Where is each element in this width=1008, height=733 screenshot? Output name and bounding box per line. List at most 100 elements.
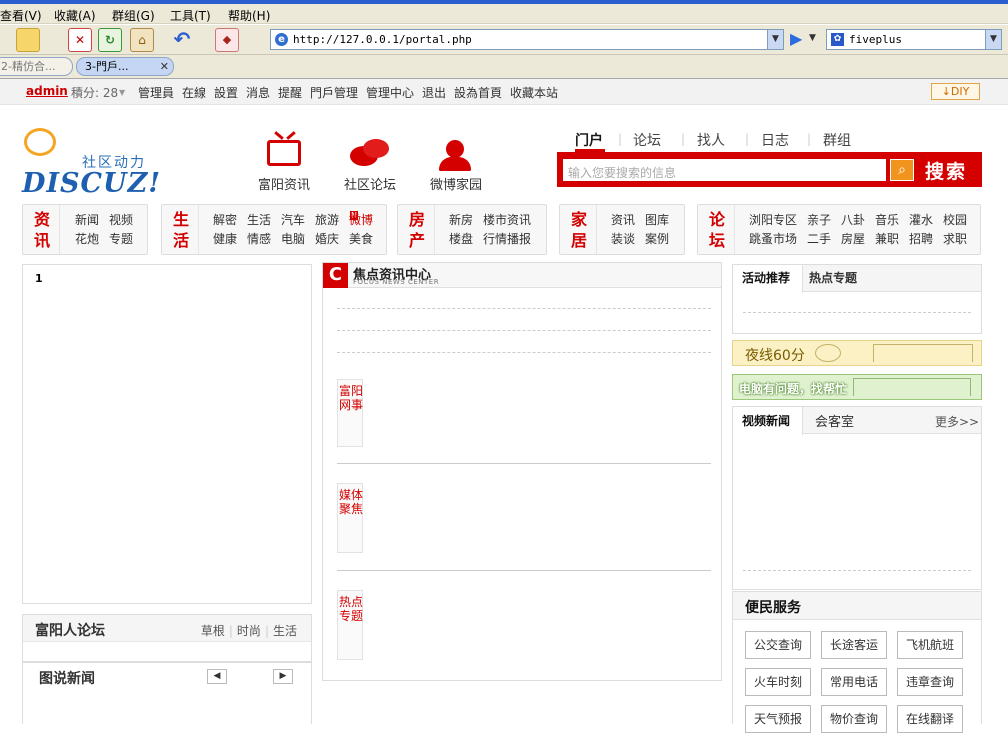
service-prices[interactable]: 物价查询	[821, 705, 887, 733]
service-translate[interactable]: 在线翻译	[897, 705, 963, 733]
category-link[interactable]: 解密	[213, 211, 237, 230]
category-link[interactable]: 求职	[943, 230, 967, 249]
category-link[interactable]: 房屋	[841, 230, 865, 249]
service-bus[interactable]: 公交查询	[745, 631, 811, 659]
nav-portal-manage[interactable]: 門戶管理	[310, 84, 358, 101]
service-coach[interactable]: 长途客运	[821, 631, 887, 659]
slide-number[interactable]: 1	[35, 272, 43, 285]
category-link[interactable]: 浏阳专区	[749, 211, 797, 230]
nav-settings[interactable]: 設置	[214, 84, 238, 101]
category-link[interactable]: 行情播报	[483, 230, 531, 249]
search-tab-forum[interactable]: 论坛	[633, 130, 661, 150]
menu-favorites[interactable]: 收藏(A)	[54, 7, 96, 24]
category-link[interactable]: 图库	[645, 211, 669, 230]
search-tab-portal[interactable]: 门户	[575, 130, 603, 150]
category-link[interactable]: 八卦	[841, 211, 865, 230]
nav-online[interactable]: 在線	[182, 84, 206, 101]
category-link[interactable]: 新闻	[75, 211, 99, 230]
address-bar[interactable]: e http://127.0.0.1/portal.php ▼	[270, 29, 784, 50]
category-link[interactable]: 装谈	[611, 230, 635, 249]
chevron-right-icon[interactable]: ▶	[273, 669, 293, 684]
category-link[interactable]: 电脑	[281, 230, 305, 249]
chevron-down-icon[interactable]: ▼	[985, 30, 1001, 49]
menu-groups[interactable]: 群组(G)	[112, 7, 155, 24]
section-hot-topics[interactable]: 热点专题	[337, 590, 363, 660]
category-link-hot[interactable]: 微博 N	[349, 211, 373, 230]
chevron-down-icon[interactable]: ▼	[767, 30, 783, 49]
category-link[interactable]: 生活	[247, 211, 271, 230]
category-link[interactable]: 跳蚤市场	[749, 230, 797, 249]
banner-pc-help[interactable]: 电脑有问题，找帮忙	[732, 374, 982, 400]
category-link[interactable]: 视频	[109, 211, 133, 230]
category-link[interactable]: 校园	[943, 211, 967, 230]
tab-reception-room[interactable]: 会客室	[815, 411, 854, 430]
category-link[interactable]: 新房	[449, 211, 473, 230]
service-traffic[interactable]: 违章查询	[897, 668, 963, 696]
service-flights[interactable]: 飞机航班	[897, 631, 963, 659]
forward-icon[interactable]	[16, 28, 40, 52]
category-link[interactable]: 楼盘	[449, 230, 473, 249]
nav-admin-center[interactable]: 管理中心	[366, 84, 414, 101]
category-link[interactable]: 健康	[213, 230, 237, 249]
search-tab-group[interactable]: 群组	[823, 130, 851, 150]
username-link[interactable]: admin	[26, 84, 68, 98]
search-button[interactable]: 搜索	[925, 157, 967, 184]
category-link[interactable]: 兼职	[875, 230, 899, 249]
tab-activities[interactable]: 活动推荐	[742, 269, 790, 286]
nav-messages[interactable]: 消息	[246, 84, 270, 101]
category-link[interactable]: 情感	[247, 230, 271, 249]
tab-hot-topics[interactable]: 热点专题	[809, 269, 857, 286]
search-icon[interactable]: ⌕	[890, 159, 914, 181]
go-arrow-icon[interactable]: ▶	[790, 30, 806, 48]
forum-link[interactable]: 草根	[201, 624, 225, 638]
banner-night-60[interactable]: 夜线60分	[732, 340, 982, 366]
menu-help[interactable]: 帮助(H)	[228, 7, 270, 24]
category-link[interactable]: 花炮	[75, 230, 99, 249]
category-link[interactable]: 亲子	[807, 211, 831, 230]
service-weather[interactable]: 天气预报	[745, 705, 811, 733]
category-link[interactable]: 楼市资讯	[483, 211, 531, 230]
category-link[interactable]: 婚庆	[315, 230, 339, 249]
nav-bookmark[interactable]: 收藏本站	[510, 84, 558, 101]
search-tab-people[interactable]: 找人	[697, 130, 725, 150]
forum-link[interactable]: 生活	[273, 624, 297, 638]
chevron-left-icon[interactable]: ◀	[207, 669, 227, 684]
chevron-down-icon[interactable]: ▼	[119, 88, 125, 97]
category-link[interactable]: 灌水	[909, 211, 933, 230]
chevron-down-icon[interactable]: ▼	[809, 33, 816, 43]
diy-button[interactable]: ↓DIY	[931, 83, 980, 100]
category-link[interactable]: 音乐	[875, 211, 899, 230]
stop-icon[interactable]: ✕	[68, 28, 92, 52]
plugin-icon[interactable]: ◆	[215, 28, 239, 52]
nav-set-homepage[interactable]: 設為首頁	[454, 84, 502, 101]
section-media[interactable]: 媒体聚焦	[337, 483, 363, 553]
search-tab-blog[interactable]: 日志	[761, 130, 789, 150]
close-icon[interactable]: ✕	[160, 58, 169, 75]
category-link[interactable]: 汽车	[281, 211, 305, 230]
section-fuyang[interactable]: 富阳网事	[337, 379, 363, 447]
tab-video-news[interactable]: 视频新闻	[742, 412, 790, 429]
address-text[interactable]: http://127.0.0.1/portal.php	[293, 33, 472, 46]
nav-admin[interactable]: 管理員	[138, 84, 174, 101]
browser-tab-2-active[interactable]: 3-門戶... ✕	[76, 57, 174, 76]
site-logo[interactable]: 社区动力 DISCUZ!	[22, 128, 162, 199]
undo-icon[interactable]: ↶	[170, 28, 194, 52]
category-link[interactable]: 美食	[349, 230, 373, 249]
search-engine-value[interactable]: fiveplus	[849, 33, 902, 46]
menu-tools[interactable]: 工具(T)	[170, 7, 211, 24]
category-link[interactable]: 招聘	[909, 230, 933, 249]
service-phone[interactable]: 常用电话	[821, 668, 887, 696]
category-link[interactable]: 专题	[109, 230, 133, 249]
nav-notices[interactable]: 提醒	[278, 84, 302, 101]
category-link[interactable]: 二手	[807, 230, 831, 249]
more-link[interactable]: 更多>>	[935, 413, 979, 430]
category-link[interactable]: 资讯	[611, 211, 635, 230]
nav-logout[interactable]: 退出	[422, 84, 446, 101]
category-link[interactable]: 案例	[645, 230, 669, 249]
browser-tab-1[interactable]: 2-精仿合...	[0, 57, 73, 76]
search-engine-box[interactable]: ✿ fiveplus ▼	[826, 29, 1002, 50]
search-input[interactable]: 输入您要搜索的信息	[562, 158, 887, 182]
service-train[interactable]: 火车时刻	[745, 668, 811, 696]
slideshow-box[interactable]: 1	[22, 264, 312, 604]
refresh-icon[interactable]: ↻	[98, 28, 122, 52]
